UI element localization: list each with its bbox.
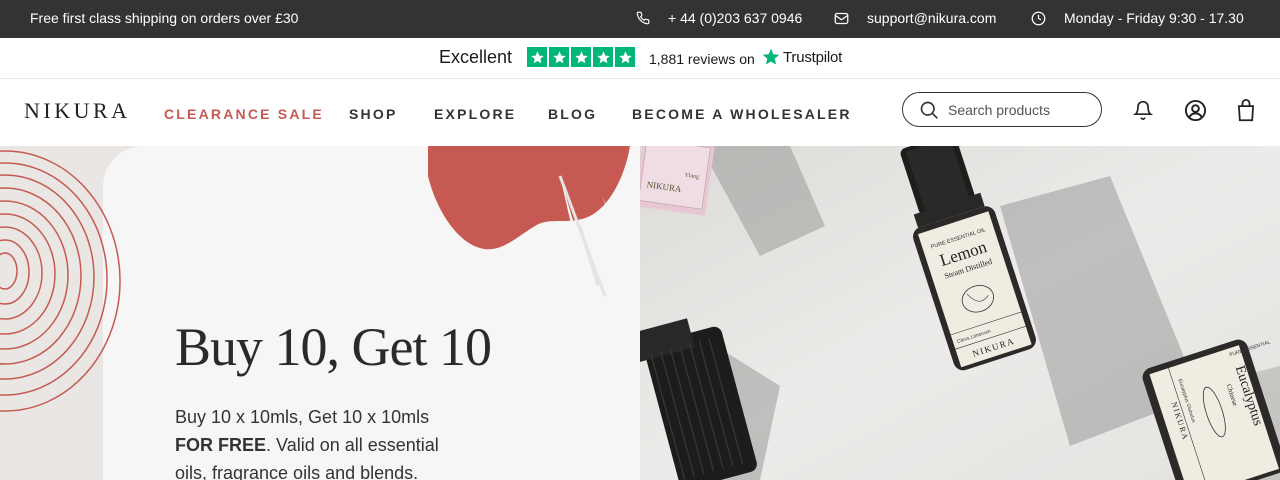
phone-contact[interactable]: + 44 (0)203 637 0946 <box>636 10 802 26</box>
opening-hours: Monday - Friday 9:30 - 17.30 <box>1031 10 1244 26</box>
mail-icon <box>834 12 849 24</box>
trustpilot-bar[interactable]: Excellent 1,881 reviews on Trustpilot <box>0 38 1280 79</box>
pink-bottle: NIKURA Ylang <box>640 146 715 216</box>
clock-icon <box>1031 11 1046 25</box>
nav-become-wholesaler[interactable]: BECOME A WHOLESALER <box>632 106 852 122</box>
rating-word: Excellent <box>439 47 513 67</box>
wood-ring-illustration <box>0 150 121 412</box>
phone-number[interactable]: + 44 (0)203 637 0946 <box>668 10 802 26</box>
cart-bag-icon[interactable] <box>1236 99 1256 122</box>
nav-clearance-sale[interactable]: CLEARANCE SALE <box>164 106 324 122</box>
essential-oil-bottles-illustration: NIKURA Ylang PURE ESSENTIAL OIL Lemon St… <box>640 146 1280 480</box>
shipping-promo-text: Free first class shipping on orders over… <box>30 10 299 26</box>
nav-blog[interactable]: BLOG <box>548 106 597 122</box>
nav-shop[interactable]: SHOP <box>349 106 397 122</box>
hero-text-bold: FOR FREE <box>175 435 267 455</box>
search-box[interactable] <box>902 92 1102 127</box>
brush-strokes-decoration <box>558 175 607 297</box>
search-input[interactable] <box>948 101 1098 118</box>
hero-promo-panel: Buy 10, Get 10 Buy 10 x 10mls, Get 10 x … <box>0 146 640 480</box>
nikura-logo[interactable]: NIKURA <box>24 98 131 124</box>
top-info-bar: Free first class shipping on orders over… <box>0 0 1280 38</box>
hours-text: Monday - Friday 9:30 - 17.30 <box>1064 10 1244 26</box>
hero-product-image: NIKURA Ylang PURE ESSENTIAL OIL Lemon St… <box>640 146 1280 480</box>
bell-icon[interactable] <box>1133 99 1153 121</box>
trustpilot-brand: Trustpilot <box>783 48 843 66</box>
account-icon[interactable] <box>1184 99 1207 122</box>
support-email[interactable]: support@nikura.com <box>867 10 996 26</box>
email-contact[interactable]: support@nikura.com <box>834 10 996 26</box>
star-icon <box>571 47 591 67</box>
trustpilot-star-icon <box>762 48 780 65</box>
nav-explore[interactable]: EXPLORE <box>434 106 516 122</box>
trustpilot-logo[interactable]: Trustpilot <box>762 48 842 66</box>
star-icon <box>615 47 635 67</box>
phone-icon <box>636 11 650 25</box>
search-icon[interactable] <box>919 100 939 120</box>
trustpilot-stars <box>527 47 635 67</box>
star-icon <box>549 47 569 67</box>
review-count: 1,881 reviews on <box>649 51 755 67</box>
star-icon <box>527 47 547 67</box>
hero-title: Buy 10, Get 10 <box>175 317 492 377</box>
hero-description: Buy 10 x 10mls, Get 10 x 10mls FOR FREE.… <box>175 403 465 480</box>
hero-text-line1: Buy 10 x 10mls, Get 10 x 10mls <box>175 407 430 427</box>
star-icon <box>593 47 613 67</box>
main-navigation: NIKURA CLEARANCE SALE SHOP EXPLORE BLOG … <box>0 79 1280 146</box>
